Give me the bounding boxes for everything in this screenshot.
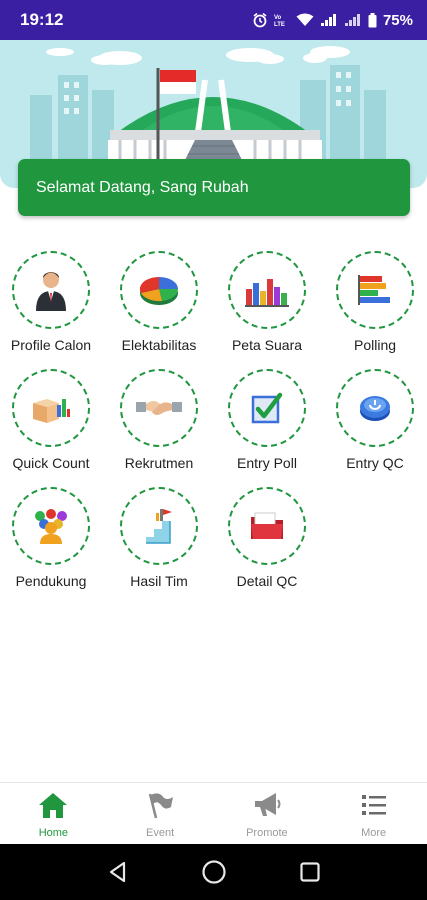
menu-label: Peta Suara bbox=[231, 337, 303, 353]
menu-detail-qc[interactable]: Detail QC bbox=[213, 487, 321, 597]
bar-chart-icon bbox=[245, 279, 289, 307]
nav-label: More bbox=[361, 827, 387, 839]
status-time: 19:12 bbox=[20, 10, 64, 29]
menu-label: Pendukung bbox=[15, 573, 87, 589]
bottom-nav: Home Event Promote More bbox=[0, 782, 427, 844]
nav-label: Promote bbox=[246, 827, 288, 839]
signal-icon bbox=[320, 14, 336, 26]
menu-label: Quick Count bbox=[12, 455, 90, 471]
menu-icon-circle bbox=[12, 487, 90, 565]
menu-icon-circle bbox=[120, 251, 198, 329]
nav-label: Home bbox=[38, 827, 69, 839]
menu-label: Elektabilitas bbox=[121, 337, 197, 353]
nav-promote[interactable]: Promote bbox=[214, 783, 321, 844]
system-nav-bar bbox=[0, 844, 427, 900]
power-button-icon bbox=[360, 396, 390, 421]
home-circle-icon[interactable] bbox=[201, 859, 227, 885]
menu-icon-circle bbox=[120, 369, 198, 447]
menu-elektabilitas[interactable]: Elektabilitas bbox=[105, 251, 213, 361]
welcome-text: Selamat Datang, Sang Rubah bbox=[36, 178, 249, 196]
menu-label: Profile Calon bbox=[10, 337, 92, 353]
status-bar: 19:12 Vo LTE 75% bbox=[0, 0, 427, 40]
person-icon bbox=[36, 272, 66, 311]
menu-icon-circle bbox=[228, 251, 306, 329]
menu-icon-circle bbox=[12, 251, 90, 329]
battery-percent: 75% bbox=[382, 11, 413, 29]
nav-event[interactable]: Event bbox=[107, 783, 214, 844]
alarm-icon bbox=[253, 12, 267, 28]
menu-label: Rekrutmen bbox=[124, 455, 194, 471]
poll-bars-icon bbox=[358, 275, 390, 305]
menu-label: Polling bbox=[353, 337, 397, 353]
recents-icon[interactable] bbox=[298, 860, 322, 884]
menu-rekrutmen[interactable]: Rekrutmen bbox=[105, 369, 213, 479]
box-chart-icon bbox=[33, 399, 70, 423]
menu-hasil-tim[interactable]: Hasil Tim bbox=[105, 487, 213, 597]
flag-icon bbox=[148, 793, 174, 819]
menu-icon-circle bbox=[228, 369, 306, 447]
menu-profile-calon[interactable]: Profile Calon bbox=[0, 251, 105, 361]
list-icon bbox=[361, 795, 386, 815]
menu-icon-circle bbox=[336, 369, 414, 447]
menu-label: Hasil Tim bbox=[130, 573, 188, 589]
menu-label: Detail QC bbox=[236, 573, 298, 589]
stairs-icon bbox=[146, 509, 172, 544]
signal-icon-2 bbox=[344, 14, 360, 26]
menu-icon-circle bbox=[12, 369, 90, 447]
menu-peta-suara[interactable]: Peta Suara bbox=[213, 251, 321, 361]
wifi-icon bbox=[296, 13, 314, 26]
group-icon bbox=[35, 509, 67, 544]
menu-icon-circle bbox=[336, 251, 414, 329]
svg-text:Vo: Vo bbox=[274, 15, 282, 21]
battery-icon bbox=[368, 12, 377, 27]
welcome-banner: Selamat Datang, Sang Rubah bbox=[18, 159, 410, 216]
menu-pendukung[interactable]: Pendukung bbox=[0, 487, 105, 597]
menu-label: Entry QC bbox=[346, 455, 404, 471]
folder-icon bbox=[251, 512, 283, 539]
pie-chart-icon bbox=[139, 276, 179, 305]
svg-text:LTE: LTE bbox=[274, 22, 285, 27]
volte-icon: VoLTE bbox=[274, 15, 285, 27]
menu-icon-circle bbox=[228, 487, 306, 565]
status-icons: Vo LTE 75% bbox=[252, 12, 413, 29]
menu-quick-count[interactable]: Quick Count bbox=[0, 369, 105, 479]
handshake-icon bbox=[136, 401, 182, 415]
menu-label: Entry Poll bbox=[237, 455, 297, 471]
nav-more[interactable]: More bbox=[320, 783, 427, 844]
menu-icon-circle bbox=[120, 487, 198, 565]
menu-entry-qc[interactable]: Entry QC bbox=[321, 369, 427, 479]
checkbox-icon bbox=[251, 392, 283, 424]
menu-entry-poll[interactable]: Entry Poll bbox=[213, 369, 321, 479]
megaphone-icon bbox=[254, 793, 281, 816]
home-icon bbox=[39, 793, 68, 818]
nav-label: Event bbox=[146, 827, 175, 839]
nav-home[interactable]: Home bbox=[0, 783, 107, 844]
menu-polling[interactable]: Polling bbox=[321, 251, 427, 361]
back-icon[interactable] bbox=[106, 860, 130, 884]
